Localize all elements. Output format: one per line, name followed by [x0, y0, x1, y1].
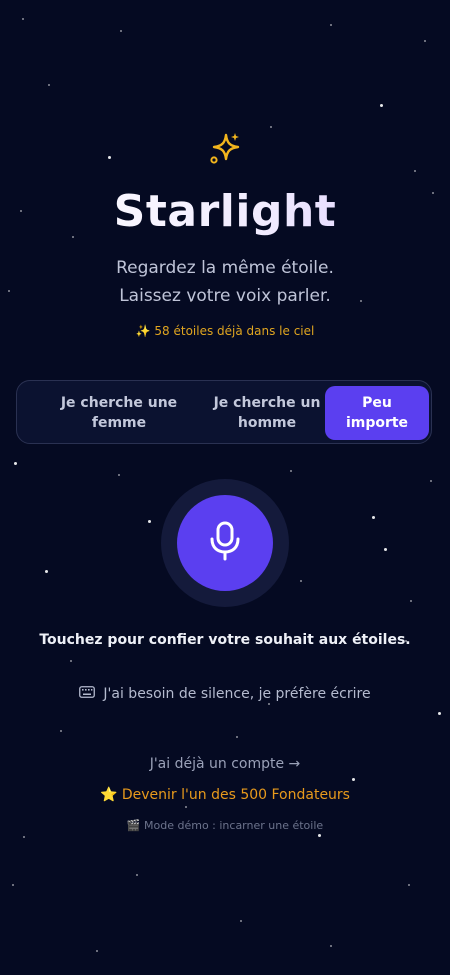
star-dot [148, 520, 151, 523]
star-dot [330, 24, 332, 26]
star-dot [240, 920, 242, 922]
star-dot [120, 30, 122, 32]
option-looking-for-man[interactable]: Je cherche un homme [187, 386, 347, 440]
star-dot [410, 600, 412, 602]
star-dot [430, 480, 432, 482]
star-dot [48, 84, 50, 86]
star-dot [352, 778, 355, 781]
star-dot [438, 712, 441, 715]
write-instead-label: J'ai besoin de silence, je préfère écrir… [103, 686, 371, 702]
become-founder-link[interactable]: ⭐ Devenir l'un des 500 Fondateurs [0, 787, 450, 803]
star-dot [408, 884, 410, 886]
star-dot [268, 703, 270, 705]
subtitle-line-1: Regardez la même étoile. [116, 258, 334, 278]
write-instead-link[interactable]: J'ai besoin de silence, je préfère écrir… [0, 686, 450, 702]
star-dot [290, 470, 292, 472]
star-dot [380, 104, 383, 107]
star-dot [60, 730, 62, 732]
star-dot [12, 884, 14, 886]
subtitle-line-2: Laissez votre voix parler. [119, 286, 331, 306]
record-mic-button[interactable] [177, 495, 273, 591]
sparkles-icon [208, 131, 242, 165]
star-dot [45, 570, 48, 573]
demo-mode-link[interactable]: 🎬 Mode démo : incarner une étoile [0, 819, 450, 832]
star-dot [270, 126, 272, 128]
star-count-text: ✨ 58 étoiles déjà dans le ciel [135, 324, 315, 338]
star-dot [318, 834, 321, 837]
star-dot [14, 462, 17, 465]
star-dot [70, 660, 72, 662]
star-dot [330, 945, 332, 947]
star-dot [118, 474, 120, 476]
microphone-icon [208, 521, 242, 565]
star-dot [22, 18, 24, 20]
star-dot [236, 736, 238, 738]
mic-instruction-text: Touchez pour confier votre souhait aux é… [39, 632, 411, 648]
star-dot [300, 580, 302, 582]
option-looking-for-woman[interactable]: Je cherche une femme [39, 386, 199, 440]
star-dot [414, 170, 416, 172]
star-dot [23, 836, 25, 838]
keyboard-icon [79, 686, 96, 702]
star-dot [96, 950, 98, 952]
star-dot [185, 806, 187, 808]
option-no-preference[interactable]: Peu importe [325, 386, 429, 440]
app-title: Starlight [0, 186, 450, 237]
star-dot [384, 548, 387, 551]
preference-segmented-control: Je cherche une femme Je cherche un homme… [16, 380, 432, 444]
existing-account-link[interactable]: J'ai déjà un compte → [0, 756, 450, 772]
star-dot [136, 874, 138, 876]
star-dot [372, 516, 375, 519]
star-dot [108, 156, 111, 159]
star-dot [424, 40, 426, 42]
